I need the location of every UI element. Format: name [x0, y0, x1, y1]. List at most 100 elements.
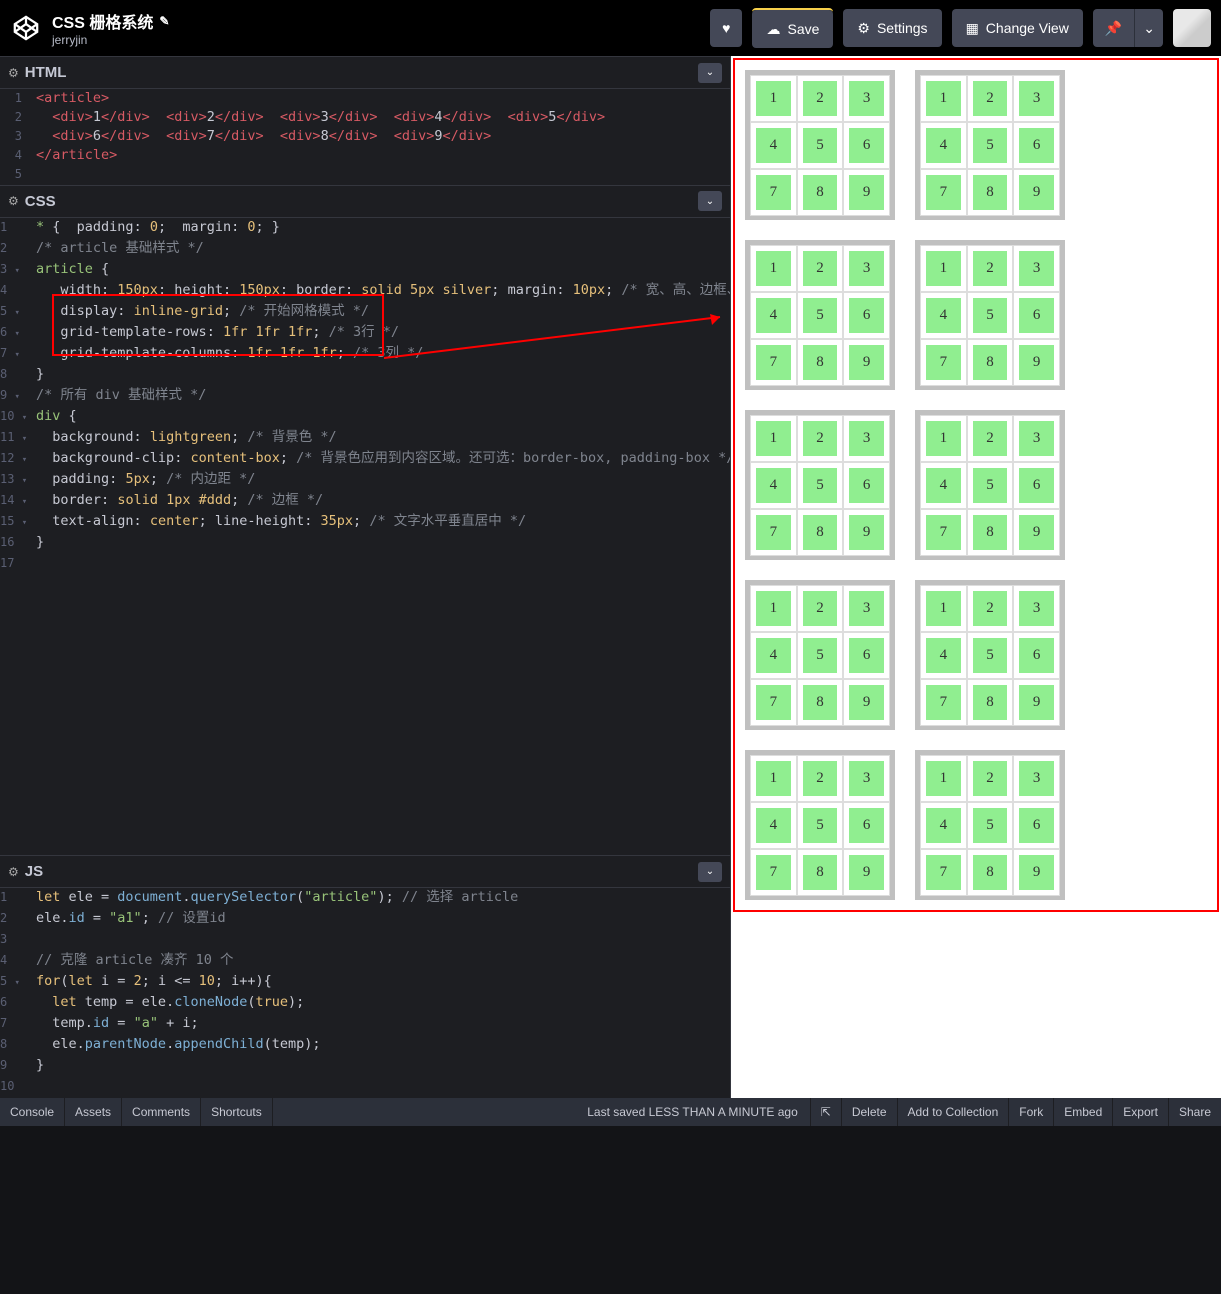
code-content: background: lightgreen; /* 背景色 */ [30, 428, 337, 449]
preview-grid-cell: 5 [797, 632, 844, 679]
line-number: 2 [0, 239, 30, 260]
code-content: background-clip: content-box; /* 背景色应用到内… [30, 449, 730, 470]
code-line[interactable]: 4</article> [0, 146, 730, 165]
popout-button[interactable]: ⇱ [810, 1098, 841, 1126]
css-panel-chevron[interactable]: ⌄ [698, 191, 722, 211]
code-line[interactable]: 3 [0, 930, 730, 951]
preview-grid-cell: 7 [920, 339, 967, 386]
line-number: 4 [0, 281, 30, 302]
preview-grid: 123456789 [915, 410, 1065, 560]
code-line[interactable]: 7 temp.id = "a" + i; [0, 1014, 730, 1035]
code-line[interactable]: 11 ▾ background: lightgreen; /* 背景色 */ [0, 428, 730, 449]
edit-title-icon[interactable]: ✎ [159, 14, 169, 28]
html-editor[interactable]: 1<article>2 <div>1</div> <div>2</div> <d… [0, 89, 730, 185]
preview-grid-cell: 4 [920, 122, 967, 169]
change-view-button[interactable]: ▦Change View [952, 9, 1083, 47]
pen-author[interactable]: jerryjin [52, 33, 700, 47]
code-line[interactable]: 14 ▾ border: solid 1px #ddd; /* 边框 */ [0, 491, 730, 512]
code-content: let temp = ele.cloneNode(true); [30, 993, 304, 1014]
code-line[interactable]: 1<article> [0, 89, 730, 108]
line-number: 3 ▾ [0, 260, 30, 281]
preview-grid-cell: 4 [920, 632, 967, 679]
line-number: 14 ▾ [0, 491, 30, 512]
love-button[interactable]: ♥ [710, 9, 742, 47]
code-line[interactable]: 8 } [0, 365, 730, 386]
html-settings-icon[interactable]: ⚙ [8, 66, 19, 80]
code-line[interactable]: 17 [0, 554, 730, 575]
preview-grid-cell: 2 [967, 75, 1014, 122]
code-line[interactable]: 3 ▾article { [0, 260, 730, 281]
pin-dropdown[interactable]: ⌄ [1134, 9, 1163, 47]
pin-button[interactable]: 📌 [1093, 9, 1134, 47]
add-to-collection-button[interactable]: Add to Collection [897, 1098, 1009, 1126]
preview-grid-cell: 9 [843, 169, 890, 216]
preview-grid-cell: 4 [750, 122, 797, 169]
preview-grid-cell: 4 [920, 292, 967, 339]
preview-grid-cell: 3 [843, 585, 890, 632]
export-button[interactable]: Export [1112, 1098, 1168, 1126]
code-line[interactable]: 13 ▾ padding: 5px; /* 内边距 */ [0, 470, 730, 491]
code-line[interactable]: 5 ▾ display: inline-grid; /* 开始网格模式 */ [0, 302, 730, 323]
css-editor[interactable]: 1 * { padding: 0; margin: 0; }2 /* artic… [0, 218, 730, 855]
codepen-logo-icon[interactable] [10, 12, 42, 44]
html-panel-chevron[interactable]: ⌄ [698, 63, 722, 83]
preview-grid-cell: 4 [750, 802, 797, 849]
code-content: article { [30, 260, 109, 281]
preview-grid-cell: 8 [797, 849, 844, 896]
shortcuts-tab[interactable]: Shortcuts [201, 1098, 273, 1126]
code-line[interactable]: 9 ▾/* 所有 div 基础样式 */ [0, 386, 730, 407]
user-avatar[interactable] [1173, 9, 1211, 47]
js-settings-icon[interactable]: ⚙ [8, 865, 19, 879]
console-tab[interactable]: Console [0, 1098, 65, 1126]
pin-icon: 📌 [1105, 20, 1122, 37]
code-line[interactable]: 1 * { padding: 0; margin: 0; } [0, 218, 730, 239]
code-line[interactable]: 6 let temp = ele.cloneNode(true); [0, 993, 730, 1014]
line-number: 9 [0, 1056, 30, 1077]
settings-button[interactable]: ⚙Settings [843, 9, 941, 47]
code-line[interactable]: 4 // 克隆 article 凑齐 10 个 [0, 951, 730, 972]
line-number: 7 [0, 1014, 30, 1035]
code-line[interactable]: 5 ▾for(let i = 2; i <= 10; i++){ [0, 972, 730, 993]
code-line[interactable]: 7 ▾ grid-template-columns: 1fr 1fr 1fr; … [0, 344, 730, 365]
css-panel-header: ⚙ CSS ⌄ [0, 186, 730, 218]
code-line[interactable]: 12 ▾ background-clip: content-box; /* 背景… [0, 449, 730, 470]
preview-grid: 123456789 [915, 70, 1065, 220]
html-panel: ⚙ HTML ⌄ 1<article>2 <div>1</div> <div>2… [0, 56, 730, 185]
code-line[interactable]: 8 ele.parentNode.appendChild(temp); [0, 1035, 730, 1056]
code-line[interactable]: 3 <div>6</div> <div>7</div> <div>8</div>… [0, 127, 730, 146]
preview-grid-cell: 8 [967, 169, 1014, 216]
preview-grid-cell: 7 [750, 849, 797, 896]
embed-button[interactable]: Embed [1053, 1098, 1112, 1126]
pen-title[interactable]: CSS 栅格系统 ✎ [52, 9, 700, 33]
save-button[interactable]: ☁Save [752, 10, 833, 48]
preview-grid-cell: 6 [1013, 632, 1060, 679]
code-content: ele.id = "a1"; // 设置id [30, 909, 226, 930]
code-line[interactable]: 10 [0, 1077, 730, 1098]
code-line[interactable]: 6 ▾ grid-template-rows: 1fr 1fr 1fr; /* … [0, 323, 730, 344]
comments-tab[interactable]: Comments [122, 1098, 201, 1126]
preview-grid: 123456789 [915, 580, 1065, 730]
line-number: 7 ▾ [0, 344, 30, 365]
preview-grid-cell: 8 [797, 339, 844, 386]
code-line[interactable]: 2 <div>1</div> <div>2</div> <div>3</div>… [0, 108, 730, 127]
code-content: text-align: center; line-height: 35px; /… [30, 512, 526, 533]
share-button[interactable]: Share [1168, 1098, 1221, 1126]
code-line[interactable]: 15 ▾ text-align: center; line-height: 35… [0, 512, 730, 533]
code-line[interactable]: 9 } [0, 1056, 730, 1077]
preview-grid-cell: 5 [967, 462, 1014, 509]
code-line[interactable]: 2 /* article 基础样式 */ [0, 239, 730, 260]
assets-tab[interactable]: Assets [65, 1098, 122, 1126]
css-settings-icon[interactable]: ⚙ [8, 194, 19, 208]
delete-button[interactable]: Delete [841, 1098, 897, 1126]
code-line[interactable]: 16 } [0, 533, 730, 554]
fork-button[interactable]: Fork [1008, 1098, 1053, 1126]
preview-grid-cell: 6 [843, 632, 890, 679]
code-line[interactable]: 4 width: 150px; height: 150px; border: s… [0, 281, 730, 302]
code-line[interactable]: 5 [0, 165, 730, 184]
code-line[interactable]: 1 let ele = document.querySelector("arti… [0, 888, 730, 909]
js-editor[interactable]: 1 let ele = document.querySelector("arti… [0, 888, 730, 1098]
code-line[interactable]: 10 ▾div { [0, 407, 730, 428]
js-panel-chevron[interactable]: ⌄ [698, 862, 722, 882]
code-line[interactable]: 2 ele.id = "a1"; // 设置id [0, 909, 730, 930]
line-number: 1 [0, 888, 30, 909]
